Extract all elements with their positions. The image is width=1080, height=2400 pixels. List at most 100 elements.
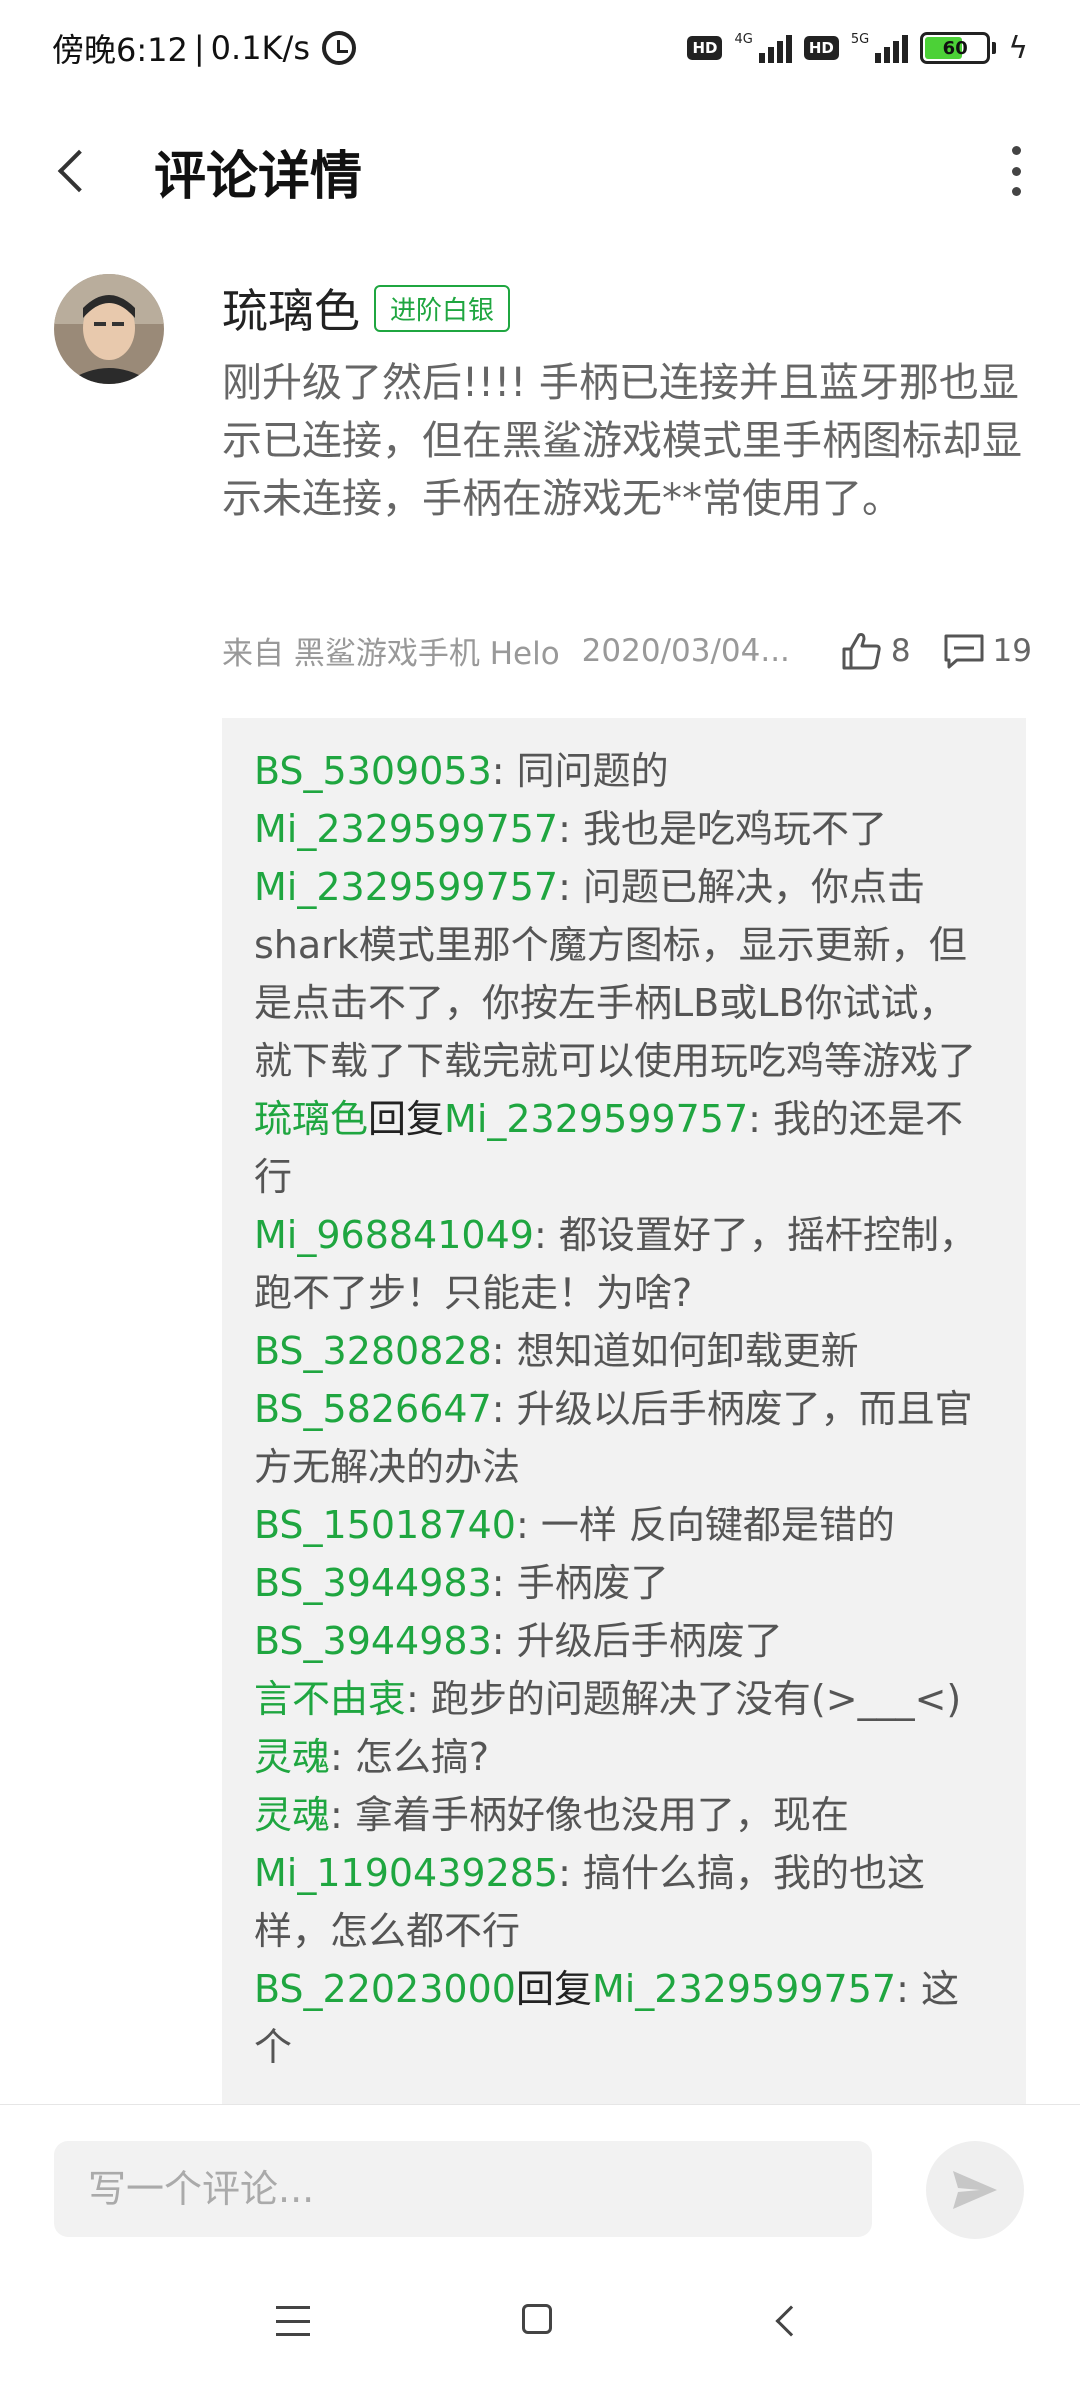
reply-username[interactable]: Mi_2329599757	[254, 807, 558, 851]
reply-item[interactable]: Mi_2329599757: 问题已解决，你点击shark模式里那个魔方图标，显…	[254, 858, 994, 1090]
reply-item[interactable]: 琉璃色回复Mi_2329599757: 我的还是不行	[254, 1090, 994, 1206]
status-bar: 傍晚6:12 | 0.1K/s HD 4G HD 5G 60 ϟ	[0, 0, 1080, 96]
send-button[interactable]	[926, 2141, 1024, 2239]
reply-separator: :	[515, 1503, 541, 1547]
reply-text: 跑步的问题解决了没有(>___<)	[430, 1677, 962, 1721]
status-right: HD 4G HD 5G 60 ϟ	[687, 31, 1028, 66]
page-title: 评论详情	[154, 146, 363, 207]
reply-separator: :	[406, 1677, 431, 1721]
reply-username[interactable]: BS_3944983	[254, 1619, 492, 1663]
alarm-icon	[321, 31, 356, 65]
reply-list[interactable]: BS_5309053: 同问题的 Mi_2329599757: 我也是吃鸡玩不了 M…	[222, 718, 1026, 2104]
reply-item[interactable]: Mi_1190439285: 搞什么搞，我的也这样，怎么都不行	[254, 1844, 994, 1960]
reply-separator: :	[491, 1387, 517, 1431]
avatar[interactable]	[54, 274, 164, 384]
reply-username[interactable]: 灵魂	[254, 1793, 330, 1837]
reply-item[interactable]: Mi_968841049: 都设置好了，摇杆控制，跑不了步！只能走！为啥?	[254, 1206, 994, 1322]
reply-word: 回复	[515, 1967, 592, 2011]
comment-source: 来自 黑鲨游戏手机 Helo	[222, 636, 560, 672]
reply-item[interactable]: BS_22023000回复Mi_2329599757: 这个	[254, 1960, 994, 2076]
more-icon-dot	[1011, 146, 1021, 155]
comment-text: 刚升级了然后!!!! 手柄已连接并且蓝牙那也显示已连接，但在黑鲨游戏模式里手柄图…	[222, 360, 1022, 522]
reply-icon	[944, 634, 984, 668]
reply-separator: :	[896, 1967, 921, 2011]
more-icon-dot	[1011, 187, 1021, 196]
reply-separator: :	[491, 749, 517, 793]
reply-username[interactable]: BS_5826647	[254, 1387, 492, 1431]
back-button[interactable]	[0, 96, 150, 246]
reply-item[interactable]: BS_5826647: 升级以后手柄废了，而且官方无解决的办法	[254, 1380, 994, 1496]
reply-separator: :	[491, 1561, 517, 1605]
reply-separator: :	[330, 1735, 355, 1779]
reply-text: 手柄废了	[516, 1561, 669, 1605]
signal-icon	[758, 33, 792, 63]
nav-home-icon[interactable]	[522, 2304, 552, 2334]
sim1-network-type: 4G	[734, 31, 753, 47]
reply-item[interactable]: 灵魂: 拿着手柄好像也没用了，现在	[254, 1786, 994, 1844]
reply-button[interactable]: 19	[943, 632, 1032, 670]
reply-item[interactable]: BS_3944983: 升级后手柄废了	[254, 1612, 994, 1670]
reply-username[interactable]: 言不由衷	[254, 1677, 406, 1721]
reply-username[interactable]: 灵魂	[254, 1735, 330, 1779]
reply-username[interactable]: Mi_968841049	[254, 1213, 534, 1257]
reply-separator: :	[748, 1097, 774, 1141]
nav-menu-line	[276, 2306, 310, 2309]
back-icon	[57, 149, 101, 193]
reply-item[interactable]: BS_15018740: 一样 反向键都是错的	[254, 1496, 994, 1554]
like-button[interactable]: 8	[841, 631, 911, 671]
nav-menu-icon[interactable]	[276, 2306, 310, 2336]
reply-item[interactable]: 言不由衷: 跑步的问题解决了没有(>___<)	[254, 1670, 994, 1728]
comment-input[interactable]	[54, 2141, 872, 2237]
comment-time: 2020/03/04...	[581, 632, 790, 669]
more-button[interactable]	[996, 146, 1036, 196]
reply-separator: :	[558, 1851, 584, 1895]
reply-username[interactable]: BS_22023000	[254, 1967, 516, 2011]
battery-icon: 60	[920, 32, 991, 64]
reply-item[interactable]: BS_5309053: 同问题的	[254, 742, 994, 800]
reply-username[interactable]: BS_5309053	[254, 749, 492, 793]
comment-body: 琉璃色 进阶白银 刚升级了然后!!!! 手柄已连接并且蓝牙那也显示已连接，但在黑…	[222, 276, 1022, 528]
reply-item[interactable]: Mi_2329599757: 我也是吃鸡玩不了	[254, 800, 994, 858]
nav-back-icon[interactable]	[775, 2305, 807, 2337]
battery-level: 60	[942, 37, 968, 59]
reply-text: 想知道如何卸载更新	[516, 1329, 859, 1373]
reply-username[interactable]: Mi_1190439285	[254, 1851, 558, 1895]
reply-username[interactable]: 琉璃色	[254, 1097, 368, 1141]
reply-separator: :	[558, 865, 584, 909]
sim2-network-type: 5G	[850, 31, 870, 47]
reply-item[interactable]: 灵魂: 怎么搞?	[254, 1728, 994, 1786]
reply-item[interactable]: BS_3944983: 手柄废了	[254, 1554, 994, 1612]
reply-text: 同问题的	[516, 749, 669, 793]
reply-to-username[interactable]: Mi_2329599757	[444, 1097, 748, 1141]
nav-menu-line	[276, 2333, 310, 2336]
reply-separator: :	[330, 1793, 355, 1837]
author-name[interactable]: 琉璃色	[222, 275, 360, 341]
reply-item[interactable]: BS_3280828: 想知道如何卸载更新	[254, 1322, 994, 1380]
signal-icon-2	[875, 33, 909, 63]
like-icon	[842, 632, 881, 669]
level-badge: 进阶白银	[374, 284, 511, 332]
avatar-image	[54, 274, 164, 384]
reply-text: 升级后手柄废了	[516, 1619, 783, 1663]
nav-menu-line	[276, 2319, 310, 2323]
reply-username[interactable]: Mi_2329599757	[254, 865, 558, 909]
reply-username[interactable]: BS_3280828	[254, 1329, 492, 1373]
reply-text: 我也是吃鸡玩不了	[583, 807, 888, 851]
status-divider: |	[193, 29, 205, 67]
more-icon-dot	[1011, 166, 1021, 176]
network-speed: 0.1K/s	[210, 29, 310, 67]
reply-to-username[interactable]: Mi_2329599757	[592, 1967, 896, 2011]
comment-input-bar	[0, 2104, 1080, 2254]
sim2-hd-badge: HD	[803, 36, 839, 60]
reply-text: 一样 反向键都是错的	[540, 1503, 895, 1547]
author-row: 琉璃色 进阶白银	[222, 276, 1022, 340]
reply-username[interactable]: BS_15018740	[254, 1503, 516, 1547]
reply-text: 拿着手柄好像也没用了，现在	[354, 1793, 849, 1837]
battery-cap	[992, 42, 997, 54]
like-count: 8	[890, 632, 911, 669]
status-time: 傍晚6:12	[52, 31, 188, 69]
reply-username[interactable]: BS_3944983	[254, 1561, 492, 1605]
sim1-hd-badge: HD	[687, 36, 723, 60]
reply-separator: :	[491, 1329, 517, 1373]
reply-separator: :	[533, 1213, 559, 1257]
